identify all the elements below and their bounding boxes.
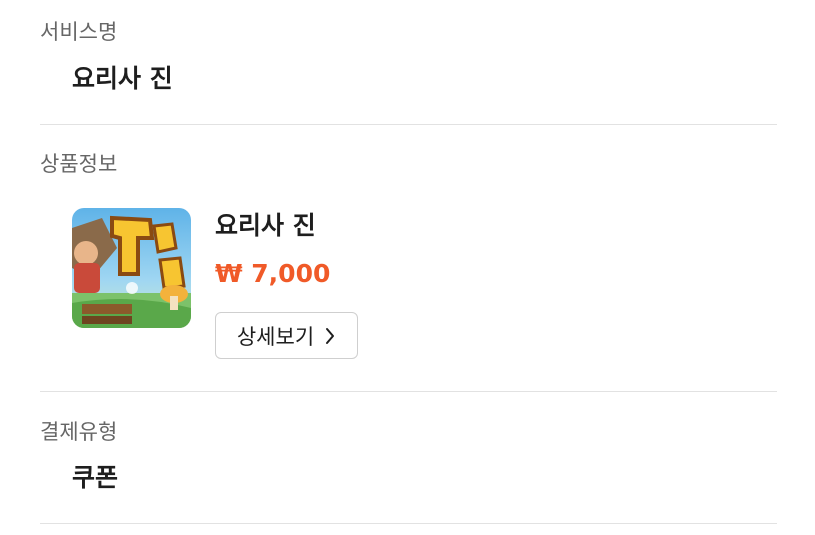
detail-button[interactable]: 상세보기	[215, 312, 358, 359]
payment-label: 결제유형	[40, 420, 118, 444]
product-name: 요리사 진	[215, 211, 316, 240]
payment-section: 결제유형	[40, 418, 777, 446]
divider	[40, 124, 777, 125]
chevron-right-icon	[324, 327, 336, 345]
service-label: 서비스명	[40, 20, 118, 44]
game-thumbnail-image[interactable]	[72, 208, 191, 328]
service-value: 요리사 진	[72, 64, 173, 93]
product-price: ₩ 7,000	[215, 259, 331, 288]
divider	[40, 523, 777, 524]
divider	[40, 391, 777, 392]
product-section: 상품정보	[40, 150, 777, 178]
payment-value: 쿠폰	[72, 463, 119, 492]
detail-button-label: 상세보기	[236, 324, 315, 349]
product-label: 상품정보	[40, 152, 118, 176]
service-section: 서비스명	[40, 18, 777, 46]
